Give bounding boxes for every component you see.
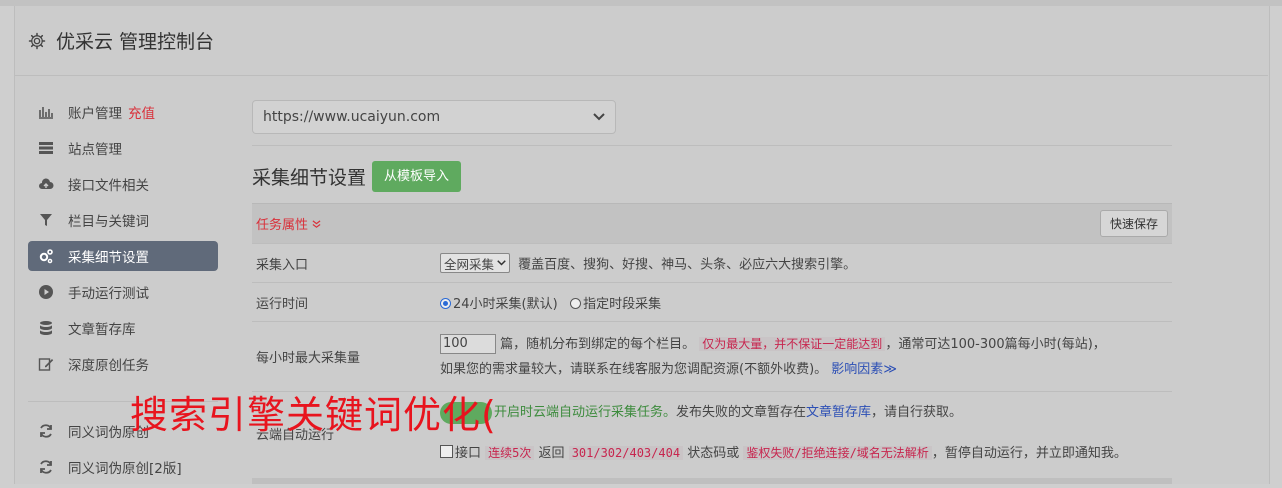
notify-checkbox[interactable]: 接口 — [440, 445, 482, 462]
sidebar-item-interface-files[interactable]: 接口文件相关 — [28, 169, 218, 199]
code-errors: 鉴权失败/拒绝连接/域名无法解析 — [743, 446, 932, 461]
cloud-text-5: ，暂停自动运行，并立即通知我。 — [931, 446, 1127, 462]
refresh-icon — [40, 460, 52, 474]
section-title: 采集细节设置 — [252, 166, 367, 189]
site-url-value: https://www.ucaiyun.com — [263, 109, 441, 125]
cloud-text-3: 返回 — [538, 446, 565, 462]
sidebar-item-label: 同义词伪原创[2版] — [68, 461, 182, 477]
code-consecutive: 连续5次 — [485, 446, 535, 461]
cloud-text: 发布失败的文章暂存在 — [676, 405, 807, 421]
bottom-bar — [252, 478, 1172, 484]
section-header: 采集细节设置 从模板导入 — [252, 160, 1172, 192]
database-icon — [40, 321, 52, 335]
row-time: 运行时间 24小时采集(默认) 指定时段采集 — [252, 282, 1172, 322]
double-chevron-down-icon — [312, 220, 321, 228]
quick-save-button[interactable]: 快速保存 — [1099, 210, 1168, 237]
row-entry: 采集入口 全网采集 覆盖百度、搜狗、好搜、神马、头条、必应六大搜索引擎。 — [252, 243, 1172, 283]
link-label: 影响因素 — [831, 361, 884, 377]
site-url-select[interactable]: https://www.ucaiyun.com — [252, 100, 616, 134]
code-status: 301/302/403/404 — [568, 446, 684, 461]
influence-factors-link[interactable]: 影响因素≫ — [831, 362, 897, 377]
sidebar-item-synonym-v2[interactable]: 同义词伪原创[2版] — [28, 452, 218, 482]
chevron-down-icon — [593, 113, 605, 121]
sidebar-item-label: 深度原创任务 — [68, 358, 149, 374]
max-text-3: 如果您的需求量较大，请联系在线客服为您调配资源(不额外收费)。 — [440, 361, 828, 377]
entry-select[interactable]: 全网采集 — [440, 253, 511, 273]
task-attributes-label: 任务属性 — [256, 218, 309, 233]
checkbox — [440, 445, 453, 459]
sidebar-item-label: 栏目与关键词 — [68, 214, 149, 230]
cloud-text-2: ，请自行获取。 — [871, 405, 963, 421]
sidebar-item-account[interactable]: 账户管理 充值 — [28, 97, 218, 127]
overlay-watermark-text: 搜索引擎关键词优化( — [130, 393, 497, 437]
recharge-link[interactable]: 充值 — [128, 102, 155, 122]
row-label: 采集入口 — [252, 243, 436, 283]
divider — [252, 145, 1172, 146]
edit-icon — [38, 358, 54, 371]
sidebar-item-collect-settings[interactable]: 采集细节设置 — [28, 241, 218, 271]
max-text: 篇，随机分布到绑定的每个栏目。 — [500, 336, 696, 352]
sidebar-item-article-storage[interactable]: 文章暂存库 — [28, 313, 218, 343]
radio-button — [440, 297, 451, 309]
sidebar-item-label: 文章暂存库 — [68, 322, 136, 338]
import-template-button[interactable]: 从模板导入 — [372, 160, 462, 192]
sidebar-item-manual-test[interactable]: 手动运行测试 — [28, 277, 218, 307]
radio-24h[interactable]: 24小时采集(默认) — [440, 297, 558, 312]
filter-icon — [40, 214, 52, 226]
page-header: 优采云 管理控制台 — [14, 6, 1268, 76]
sidebar-item-deep-original[interactable]: 深度原创任务 — [28, 349, 218, 379]
radio-label: 指定时段采集 — [583, 296, 662, 312]
refresh-icon — [40, 424, 52, 438]
max-per-hour-input[interactable]: 100 — [440, 334, 496, 354]
radio-button — [570, 297, 582, 309]
radio-label: 24小时采集(默认) — [453, 296, 558, 312]
chevron-down-icon — [497, 260, 506, 266]
sidebar-item-label: 采集细节设置 — [68, 250, 149, 266]
max-warning-code: 仅为最大量，并不保证一定能达到 — [699, 336, 886, 351]
max-text-2: ，通常可达100-300篇每小时(每站)， — [885, 336, 1106, 352]
cloud-upload-icon — [39, 178, 54, 189]
settings-table: 采集入口 全网采集 覆盖百度、搜狗、好搜、神马、头条、必应六大搜索引擎。 运行时… — [252, 243, 1172, 476]
task-attributes-toggle[interactable]: 任务属性 — [256, 214, 321, 233]
sidebar-item-sites[interactable]: 站点管理 — [28, 133, 218, 163]
entry-select-value: 全网采集 — [444, 256, 495, 272]
cloud-green-text: 开启时云端自动运行采集任务。 — [494, 405, 677, 421]
checkbox-label: 接口 — [455, 446, 482, 462]
radio-period[interactable]: 指定时段采集 — [570, 297, 661, 312]
row-label: 运行时间 — [252, 282, 436, 322]
bar-chart-icon — [39, 107, 53, 119]
sidebar-item-label: 接口文件相关 — [68, 178, 149, 194]
sidebar-item-label: 账户管理 — [68, 106, 122, 122]
sidebar-item-columns-keywords[interactable]: 栏目与关键词 — [28, 205, 218, 235]
row-label: 每小时最大采集量 — [252, 321, 436, 392]
sidebar-item-label: 手动运行测试 — [68, 286, 149, 302]
cloud-text-4: 状态码或 — [687, 446, 740, 462]
page-title: 优采云 管理控制台 — [56, 31, 215, 53]
entry-description: 覆盖百度、搜狗、好搜、神马、头条、必应六大搜索引擎。 — [518, 257, 857, 273]
play-icon — [39, 285, 53, 299]
gear-icon — [28, 32, 46, 49]
gears-icon — [39, 249, 53, 264]
article-storage-link[interactable]: 文章暂存库 — [806, 405, 871, 420]
sidebar-item-label: 站点管理 — [68, 142, 122, 158]
server-icon — [39, 142, 53, 154]
task-attributes-bar: 任务属性 快速保存 — [252, 203, 1172, 243]
row-max-per-hour: 每小时最大采集量 100 篇，随机分布到绑定的每个栏目。 仅为最大量，并不保证一… — [252, 321, 1172, 392]
